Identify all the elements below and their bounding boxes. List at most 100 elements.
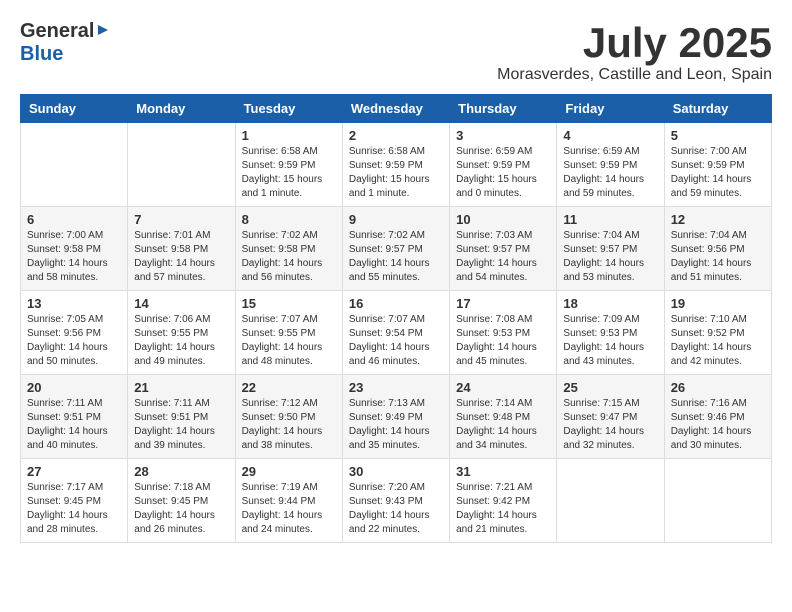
day-number: 7	[134, 212, 228, 227]
calendar-cell: 3 Sunrise: 6:59 AMSunset: 9:59 PMDaylight…	[450, 123, 557, 207]
day-number: 30	[349, 464, 443, 479]
day-info: Sunrise: 7:02 AMSunset: 9:57 PMDaylight:…	[349, 229, 443, 285]
calendar-cell	[557, 459, 664, 543]
calendar-cell: 30 Sunrise: 7:20 AMSunset: 9:43 PMDayligh…	[342, 459, 449, 543]
calendar-cell: 28 Sunrise: 7:18 AMSunset: 9:45 PMDayligh…	[128, 459, 235, 543]
day-info: Sunrise: 7:19 AMSunset: 9:44 PMDaylight:…	[242, 481, 336, 537]
day-number: 24	[456, 380, 550, 395]
calendar-table: SundayMondayTuesdayWednesdayThursdayFrid…	[20, 94, 772, 543]
day-number: 29	[242, 464, 336, 479]
day-number: 18	[563, 296, 657, 311]
calendar-cell: 8 Sunrise: 7:02 AMSunset: 9:58 PMDaylight…	[235, 207, 342, 291]
day-number: 27	[27, 464, 121, 479]
page-header: General Blue July 2025 Morasverdes, Cast…	[20, 20, 772, 84]
day-number: 9	[349, 212, 443, 227]
calendar-cell: 20 Sunrise: 7:11 AMSunset: 9:51 PMDayligh…	[21, 375, 128, 459]
day-info: Sunrise: 6:59 AMSunset: 9:59 PMDaylight:…	[456, 145, 550, 201]
calendar-cell: 22 Sunrise: 7:12 AMSunset: 9:50 PMDayligh…	[235, 375, 342, 459]
calendar-cell	[664, 459, 771, 543]
logo-general: General	[20, 20, 94, 43]
calendar-cell: 27 Sunrise: 7:17 AMSunset: 9:45 PMDayligh…	[21, 459, 128, 543]
title-section: July 2025 Morasverdes, Castille and Leon…	[497, 20, 772, 84]
day-number: 11	[563, 212, 657, 227]
day-number: 25	[563, 380, 657, 395]
day-info: Sunrise: 7:04 AMSunset: 9:57 PMDaylight:…	[563, 229, 657, 285]
month-year-title: July 2025	[497, 20, 772, 66]
calendar-cell: 25 Sunrise: 7:15 AMSunset: 9:47 PMDayligh…	[557, 375, 664, 459]
calendar-week-row: 27 Sunrise: 7:17 AMSunset: 9:45 PMDayligh…	[21, 459, 772, 543]
calendar-cell	[128, 123, 235, 207]
day-number: 23	[349, 380, 443, 395]
day-number: 3	[456, 128, 550, 143]
calendar-cell: 19Sunrise: 7:10 AMSunset: 9:52 PMDayligh…	[664, 291, 771, 375]
day-info: Sunrise: 7:18 AMSunset: 9:45 PMDaylight:…	[134, 481, 228, 537]
day-number: 17	[456, 296, 550, 311]
calendar-cell: 24 Sunrise: 7:14 AMSunset: 9:48 PMDayligh…	[450, 375, 557, 459]
day-info: Sunrise: 7:07 AMSunset: 9:55 PMDaylight:…	[242, 313, 336, 369]
day-number: 31	[456, 464, 550, 479]
day-number: 10	[456, 212, 550, 227]
calendar-cell: 1Sunrise: 6:58 AMSunset: 9:59 PMDaylight…	[235, 123, 342, 207]
day-number: 8	[242, 212, 336, 227]
calendar-cell: 7 Sunrise: 7:01 AMSunset: 9:58 PMDaylight…	[128, 207, 235, 291]
day-info: Sunrise: 7:08 AMSunset: 9:53 PMDaylight:…	[456, 313, 550, 369]
calendar-cell	[21, 123, 128, 207]
day-info: Sunrise: 7:02 AMSunset: 9:58 PMDaylight:…	[242, 229, 336, 285]
day-number: 21	[134, 380, 228, 395]
calendar-cell: 5Sunrise: 7:00 AMSunset: 9:59 PMDaylight…	[664, 123, 771, 207]
header-wednesday: Wednesday	[342, 95, 449, 123]
day-info: Sunrise: 7:00 AMSunset: 9:58 PMDaylight:…	[27, 229, 121, 285]
header-monday: Monday	[128, 95, 235, 123]
header-tuesday: Tuesday	[235, 95, 342, 123]
calendar-cell: 16 Sunrise: 7:07 AMSunset: 9:54 PMDayligh…	[342, 291, 449, 375]
day-info: Sunrise: 7:12 AMSunset: 9:50 PMDaylight:…	[242, 397, 336, 453]
day-number: 1	[242, 128, 336, 143]
calendar-cell: 2Sunrise: 6:58 AMSunset: 9:59 PMDaylight…	[342, 123, 449, 207]
day-number: 16	[349, 296, 443, 311]
calendar-cell: 14Sunrise: 7:06 AMSunset: 9:55 PMDayligh…	[128, 291, 235, 375]
calendar-cell: 23Sunrise: 7:13 AMSunset: 9:49 PMDayligh…	[342, 375, 449, 459]
day-info: Sunrise: 7:14 AMSunset: 9:48 PMDaylight:…	[456, 397, 550, 453]
day-info: Sunrise: 7:03 AMSunset: 9:57 PMDaylight:…	[456, 229, 550, 285]
day-number: 4	[563, 128, 657, 143]
logo-triangle	[96, 23, 110, 42]
calendar-week-row: 1Sunrise: 6:58 AMSunset: 9:59 PMDaylight…	[21, 123, 772, 207]
calendar-header-row: SundayMondayTuesdayWednesdayThursdayFrid…	[21, 95, 772, 123]
day-info: Sunrise: 7:16 AMSunset: 9:46 PMDaylight:…	[671, 397, 765, 453]
calendar-cell: 18Sunrise: 7:09 AMSunset: 9:53 PMDayligh…	[557, 291, 664, 375]
day-number: 14	[134, 296, 228, 311]
header-thursday: Thursday	[450, 95, 557, 123]
day-info: Sunrise: 7:21 AMSunset: 9:42 PMDaylight:…	[456, 481, 550, 537]
calendar-cell: 13 Sunrise: 7:05 AMSunset: 9:56 PMDayligh…	[21, 291, 128, 375]
day-info: Sunrise: 7:01 AMSunset: 9:58 PMDaylight:…	[134, 229, 228, 285]
day-number: 13	[27, 296, 121, 311]
day-number: 28	[134, 464, 228, 479]
calendar-week-row: 20 Sunrise: 7:11 AMSunset: 9:51 PMDayligh…	[21, 375, 772, 459]
day-info: Sunrise: 7:17 AMSunset: 9:45 PMDaylight:…	[27, 481, 121, 537]
day-number: 26	[671, 380, 765, 395]
day-number: 22	[242, 380, 336, 395]
day-number: 12	[671, 212, 765, 227]
day-info: Sunrise: 7:05 AMSunset: 9:56 PMDaylight:…	[27, 313, 121, 369]
day-number: 6	[27, 212, 121, 227]
logo: General Blue	[20, 20, 110, 66]
calendar-cell: 31 Sunrise: 7:21 AMSunset: 9:42 PMDayligh…	[450, 459, 557, 543]
logo-blue: Blue	[20, 43, 63, 65]
calendar-cell: 9 Sunrise: 7:02 AMSunset: 9:57 PMDaylight…	[342, 207, 449, 291]
calendar-cell: 15 Sunrise: 7:07 AMSunset: 9:55 PMDayligh…	[235, 291, 342, 375]
day-number: 20	[27, 380, 121, 395]
calendar-cell: 12Sunrise: 7:04 AMSunset: 9:56 PMDayligh…	[664, 207, 771, 291]
location-title: Morasverdes, Castille and Leon, Spain	[497, 66, 772, 84]
header-saturday: Saturday	[664, 95, 771, 123]
day-info: Sunrise: 7:11 AMSunset: 9:51 PMDaylight:…	[27, 397, 121, 453]
day-info: Sunrise: 7:07 AMSunset: 9:54 PMDaylight:…	[349, 313, 443, 369]
calendar-cell: 21 Sunrise: 7:11 AMSunset: 9:51 PMDayligh…	[128, 375, 235, 459]
calendar-week-row: 13 Sunrise: 7:05 AMSunset: 9:56 PMDayligh…	[21, 291, 772, 375]
day-number: 15	[242, 296, 336, 311]
day-info: Sunrise: 7:15 AMSunset: 9:47 PMDaylight:…	[563, 397, 657, 453]
header-friday: Friday	[557, 95, 664, 123]
day-info: Sunrise: 7:20 AMSunset: 9:43 PMDaylight:…	[349, 481, 443, 537]
day-info: Sunrise: 7:11 AMSunset: 9:51 PMDaylight:…	[134, 397, 228, 453]
day-info: Sunrise: 6:59 AMSunset: 9:59 PMDaylight:…	[563, 145, 657, 201]
day-info: Sunrise: 7:10 AMSunset: 9:52 PMDaylight:…	[671, 313, 765, 369]
